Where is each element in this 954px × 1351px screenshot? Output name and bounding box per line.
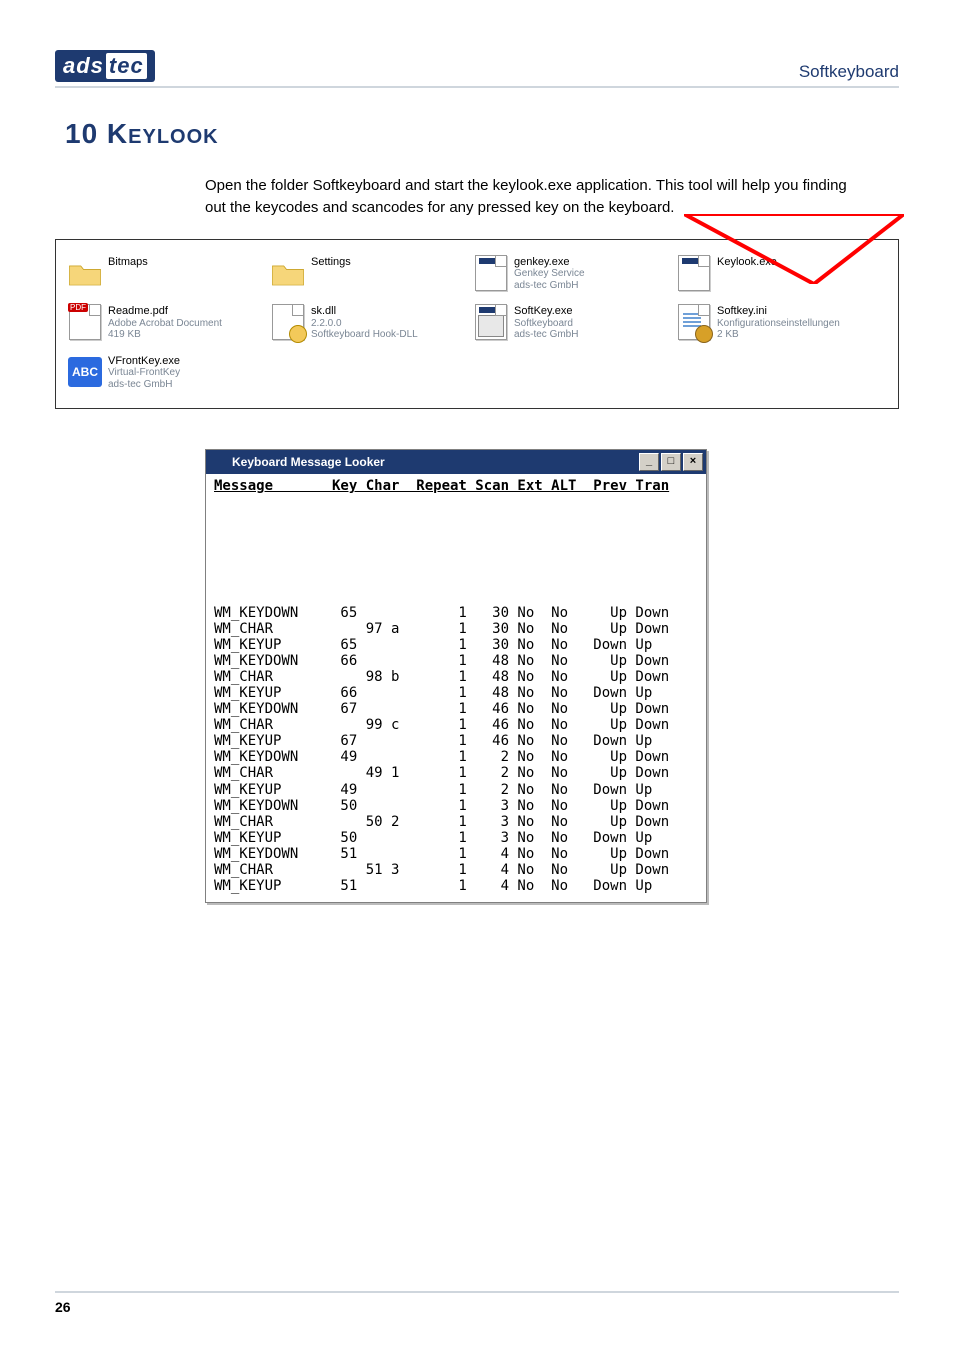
- explorer-file-item[interactable]: Bitmaps: [68, 256, 263, 292]
- file-item-meta: ads-tec GmbH: [108, 379, 180, 391]
- keylook-row: WM_CHAR 99 c 1 46 No No Up Down: [214, 717, 698, 733]
- file-item-text: VFrontKey.exeVirtual-FrontKeyads-tec Gmb…: [108, 355, 180, 391]
- explorer-file-item[interactable]: SoftKey.exeSoftkeyboardads-tec GmbH: [474, 305, 669, 341]
- explorer-file-item[interactable]: sk.dll2.2.0.0Softkeyboard Hook-DLL: [271, 305, 466, 341]
- page-number: 26: [55, 1299, 71, 1315]
- minimize-button[interactable]: _: [639, 453, 659, 471]
- keylook-row: WM_CHAR 51 3 1 4 No No Up Down: [214, 862, 698, 878]
- file-item-text: Softkey.iniKonfigurationseinstellungen2 …: [717, 305, 840, 341]
- file-item-name: sk.dll: [311, 305, 418, 318]
- keylook-title-text: Keyboard Message Looker: [232, 456, 385, 470]
- file-item-name: Bitmaps: [108, 256, 148, 269]
- logo-left: ads: [63, 53, 104, 79]
- keylook-row: WM_CHAR 50 2 1 3 No No Up Down: [214, 814, 698, 830]
- file-item-name: Keylook.exe: [717, 256, 777, 269]
- file-item-meta: 2.2.0.0: [311, 318, 418, 330]
- explorer-file-item[interactable]: PDFReadme.pdfAdobe Acrobat Document419 K…: [68, 305, 263, 341]
- keylook-row: WM_KEYDOWN 50 1 3 No No Up Down: [214, 798, 698, 814]
- keylook-row: WM_KEYUP 67 1 46 No No Down Up: [214, 733, 698, 749]
- logo-right: tec: [106, 53, 147, 79]
- file-item-name: Settings: [311, 256, 351, 269]
- file-item-text: Readme.pdfAdobe Acrobat Document419 KB: [108, 305, 222, 341]
- file-item-meta: Adobe Acrobat Document: [108, 318, 222, 330]
- file-item-text: Bitmaps: [108, 256, 148, 269]
- explorer-file-item[interactable]: Softkey.iniKonfigurationseinstellungen2 …: [677, 305, 872, 341]
- pdf-file-icon: PDF: [68, 305, 102, 339]
- keylook-row: WM_KEYDOWN 65 1 30 No No Up Down: [214, 605, 698, 621]
- page-footer: 26: [55, 1291, 899, 1315]
- exe-file-icon: [474, 256, 508, 290]
- keylook-row: WM_KEYUP 51 1 4 No No Down Up: [214, 878, 698, 894]
- ini-file-icon: [677, 305, 711, 339]
- keylook-row: WM_KEYUP 65 1 30 No No Down Up: [214, 637, 698, 653]
- explorer-file-item[interactable]: Settings: [271, 256, 466, 292]
- file-item-name: VFrontKey.exe: [108, 355, 180, 368]
- keylook-row: WM_KEYDOWN 51 1 4 No No Up Down: [214, 846, 698, 862]
- keylook-row: WM_CHAR 98 b 1 48 No No Up Down: [214, 669, 698, 685]
- keylook-row: WM_CHAR 97 a 1 30 No No Up Down: [214, 621, 698, 637]
- file-item-name: Softkey.ini: [717, 305, 840, 318]
- file-item-name: SoftKey.exe: [514, 305, 578, 318]
- softkey-exe-icon: [474, 305, 508, 339]
- file-item-text: Settings: [311, 256, 351, 269]
- maximize-button[interactable]: □: [661, 453, 681, 471]
- file-item-meta: Virtual-FrontKey: [108, 367, 180, 379]
- folder-icon: [271, 256, 305, 290]
- keylook-row: WM_KEYUP 66 1 48 No No Down Up: [214, 685, 698, 701]
- keylook-rows: WM_KEYDOWN 65 1 30 No No Up DownWM_CHAR …: [214, 605, 698, 895]
- file-item-meta: Genkey Service: [514, 268, 585, 280]
- keylook-row: WM_KEYUP 50 1 3 No No Down Up: [214, 830, 698, 846]
- file-item-meta: Softkeyboard: [514, 318, 578, 330]
- keylook-window: Keyboard Message Looker _ □ × Message Ke…: [205, 449, 707, 903]
- keylook-columns: Message Key Char Repeat Scan Ext ALT Pre…: [214, 478, 698, 494]
- file-item-meta: 2 KB: [717, 329, 840, 341]
- file-item-name: genkey.exe: [514, 256, 585, 269]
- keylook-titlebar[interactable]: Keyboard Message Looker _ □ ×: [206, 450, 706, 474]
- doc-title: Softkeyboard: [799, 62, 899, 82]
- file-item-meta: ads-tec GmbH: [514, 329, 578, 341]
- app-icon: [212, 455, 226, 469]
- file-item-name: Readme.pdf: [108, 305, 222, 318]
- chapter-heading: 10 Keylook: [65, 118, 899, 150]
- explorer-screenshot: BitmapsSettingsgenkey.exeGenkey Servicea…: [55, 239, 899, 410]
- keylook-row: WM_KEYDOWN 66 1 48 No No Up Down: [214, 653, 698, 669]
- keylook-row: WM_KEYDOWN 67 1 46 No No Up Down: [214, 701, 698, 717]
- explorer-file-item[interactable]: Keylook.exe: [677, 256, 872, 292]
- file-item-meta: ads-tec GmbH: [514, 280, 585, 292]
- body-paragraph: Open the folder Softkeyboard and start t…: [205, 175, 859, 219]
- file-item-text: genkey.exeGenkey Serviceads-tec GmbH: [514, 256, 585, 292]
- close-button[interactable]: ×: [683, 453, 703, 471]
- file-item-meta: 419 KB: [108, 329, 222, 341]
- explorer-file-item[interactable]: genkey.exeGenkey Serviceads-tec GmbH: [474, 256, 669, 292]
- vfrontkey-icon: ABC: [68, 355, 102, 389]
- file-item-text: SoftKey.exeSoftkeyboardads-tec GmbH: [514, 305, 578, 341]
- folder-icon: [68, 256, 102, 290]
- page-header: adstec Softkeyboard: [55, 50, 899, 88]
- keylook-body: Message Key Char Repeat Scan Ext ALT Pre…: [206, 474, 706, 902]
- file-item-text: Keylook.exe: [717, 256, 777, 269]
- keylook-row: WM_CHAR 49 1 1 2 No No Up Down: [214, 765, 698, 781]
- dll-file-icon: [271, 305, 305, 339]
- file-item-meta: Softkeyboard Hook-DLL: [311, 329, 418, 341]
- keylook-row: WM_KEYUP 49 1 2 No No Down Up: [214, 782, 698, 798]
- keylook-row: WM_KEYDOWN 49 1 2 No No Up Down: [214, 749, 698, 765]
- file-item-text: sk.dll2.2.0.0Softkeyboard Hook-DLL: [311, 305, 418, 341]
- explorer-file-item[interactable]: ABCVFrontKey.exeVirtual-FrontKeyads-tec …: [68, 355, 263, 391]
- exe-file-icon: [677, 256, 711, 290]
- file-item-meta: Konfigurationseinstellungen: [717, 318, 840, 330]
- logo: adstec: [55, 50, 155, 82]
